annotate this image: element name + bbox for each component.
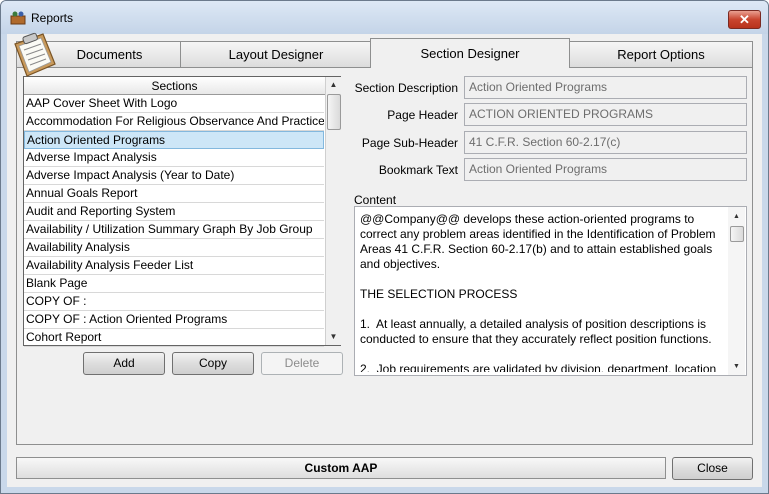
clipboard-icon — [14, 32, 56, 77]
report-name-bar: Custom AAP — [16, 457, 666, 479]
list-item[interactable]: COPY OF : Action Oriented Programs — [24, 311, 324, 329]
bookmark-text-label: Bookmark Text — [378, 163, 458, 177]
add-button[interactable]: Add — [83, 352, 165, 375]
page-header-field[interactable]: ACTION ORIENTED PROGRAMS — [464, 103, 747, 126]
list-item[interactable]: Cohort Report — [24, 329, 324, 347]
sections-scrollbar[interactable]: ▲ ▼ — [325, 77, 341, 345]
reports-app-icon — [10, 11, 26, 25]
content-scrollbar[interactable]: ▲ ▼ — [728, 207, 745, 375]
sections-list-rows: AAP Cover Sheet With Logo Accommodation … — [24, 95, 324, 347]
section-description-label: Section Description — [354, 81, 458, 95]
list-item[interactable]: Adverse Impact Analysis — [24, 149, 324, 167]
list-item-selected[interactable]: Action Oriented Programs — [24, 131, 324, 149]
close-button[interactable]: Close — [672, 457, 753, 480]
scroll-up-arrow-icon[interactable]: ▲ — [326, 77, 341, 93]
tab-section-designer-label: Section Designer — [420, 46, 520, 61]
content-scroll-up-icon[interactable]: ▲ — [728, 209, 745, 225]
content-text[interactable]: @@Company@@ develops these action-orient… — [360, 212, 728, 372]
copy-button[interactable]: Copy — [172, 352, 254, 375]
sections-scroll-thumb[interactable] — [327, 94, 341, 130]
delete-button[interactable]: Delete — [261, 352, 343, 375]
window-close-icon[interactable]: ✕ — [728, 10, 761, 29]
list-item[interactable]: Blank Page — [24, 275, 324, 293]
content-scroll-thumb[interactable] — [730, 226, 744, 242]
list-item[interactable]: Availability Analysis — [24, 239, 324, 257]
page-header-label: Page Header — [387, 108, 458, 122]
tab-section-designer[interactable]: Section Designer — [370, 38, 570, 68]
window-title: Reports — [31, 11, 74, 25]
tab-report-options-label: Report Options — [617, 47, 705, 62]
bookmark-text-field[interactable]: Action Oriented Programs — [464, 158, 747, 181]
tab-report-options[interactable]: Report Options — [569, 41, 753, 67]
list-item[interactable]: Audit and Reporting System — [24, 203, 324, 221]
page-subheader-label: Page Sub-Header — [361, 136, 458, 150]
list-item[interactable]: Availability / Utilization Summary Graph… — [24, 221, 324, 239]
page-subheader-field[interactable]: 41 C.F.R. Section 60-2.17(c) — [464, 131, 747, 154]
section-description-field[interactable]: Action Oriented Programs — [464, 76, 747, 99]
tab-layout-designer-label: Layout Designer — [228, 47, 324, 62]
tab-documents-label: Documents — [76, 47, 143, 62]
content-editor[interactable]: @@Company@@ develops these action-orient… — [354, 206, 747, 376]
content-label: Content — [354, 193, 397, 207]
list-item[interactable]: Annual Goals Report — [24, 185, 324, 203]
title-bar: Reports ✕ — [1, 1, 768, 34]
sections-list-header[interactable]: Sections — [24, 77, 325, 95]
sections-list[interactable]: Sections AAP Cover Sheet With Logo Accom… — [23, 76, 341, 347]
list-item[interactable]: Availability Analysis Feeder List — [24, 257, 324, 275]
list-item[interactable]: COPY OF : — [24, 293, 324, 311]
list-item[interactable]: Accommodation For Religious Observance A… — [24, 113, 324, 131]
scroll-down-arrow-icon[interactable]: ▼ — [326, 329, 341, 345]
tab-layout-designer[interactable]: Layout Designer — [180, 41, 372, 67]
list-item[interactable]: AAP Cover Sheet With Logo — [24, 95, 324, 113]
list-item[interactable]: Adverse Impact Analysis (Year to Date) — [24, 167, 324, 185]
content-scroll-down-icon[interactable]: ▼ — [728, 359, 745, 375]
